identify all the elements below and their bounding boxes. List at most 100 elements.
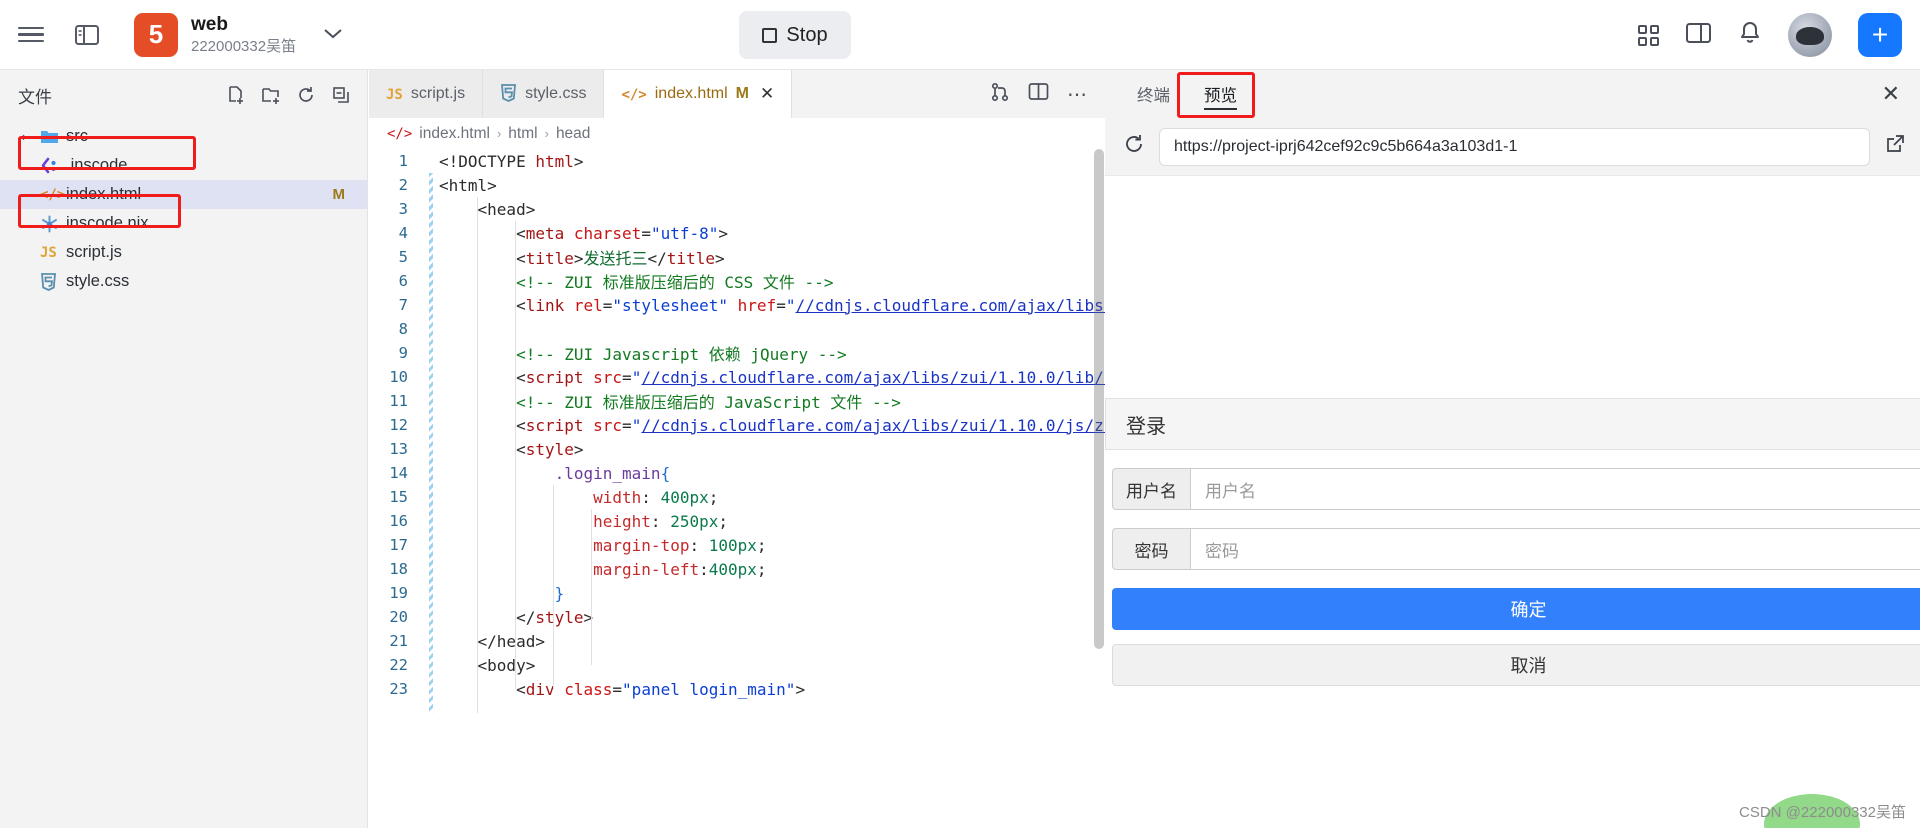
stop-button[interactable]: Stop bbox=[739, 11, 851, 59]
editor-tab-bar: JS script.js style.css </> index.html M ✕ ⋯ bbox=[369, 70, 1105, 118]
panel-left-toggle-icon[interactable] bbox=[70, 18, 104, 52]
inscode-icon bbox=[40, 157, 66, 174]
code-line-text: <style> bbox=[516, 439, 584, 459]
file-explorer-title: 文件 bbox=[18, 87, 52, 107]
html-icon: </> bbox=[621, 86, 647, 103]
grid-apps-icon[interactable] bbox=[1638, 24, 1659, 46]
breadcrumb-item-file[interactable]: index.html bbox=[419, 125, 490, 143]
breadcrumb: </> index.html › html › head bbox=[369, 118, 1105, 149]
new-file-icon[interactable] bbox=[224, 83, 248, 107]
preview-viewport: 登录 用户名 用户名 密码 密码 确定 取消 CSDN @222000332吴笛 bbox=[1105, 176, 1920, 828]
code-line-text: <!DOCTYPE html> bbox=[439, 151, 584, 171]
file-tree-item--inscode[interactable]: .inscode bbox=[0, 151, 367, 180]
login-panel: 登录 用户名 用户名 密码 密码 确定 取消 bbox=[1105, 398, 1920, 686]
file-modified-badge: M bbox=[332, 186, 346, 203]
breadcrumb-item-head[interactable]: head bbox=[556, 125, 590, 143]
stop-square-icon bbox=[762, 27, 778, 43]
line-number: 6 bbox=[398, 272, 408, 290]
stop-button-label: Stop bbox=[786, 23, 828, 46]
code-line-text: <link rel="stylesheet" href="//cdnjs.clo… bbox=[516, 295, 1105, 315]
code-line: 22 <body> bbox=[369, 653, 1105, 677]
editor-tab-label: script.js bbox=[410, 85, 466, 102]
js-icon: JS bbox=[40, 244, 57, 261]
tab-terminal[interactable]: 终端 bbox=[1123, 70, 1184, 118]
file-tree-item-index-html[interactable]: </> index.html M bbox=[0, 180, 367, 209]
project-selector[interactable]: 5 web 222000332吴笛 bbox=[134, 12, 344, 57]
tab-preview[interactable]: 预览 bbox=[1190, 70, 1251, 118]
file-tree-item-script-js[interactable]: JS script.js bbox=[0, 238, 367, 267]
file-tree-item-style-css[interactable]: style.css bbox=[0, 267, 367, 296]
code-line: 3 <head> bbox=[369, 197, 1105, 221]
code-line: 10 <script src="//cdnjs.cloudflare.com/a… bbox=[369, 365, 1105, 389]
code-line: 13 <style> bbox=[369, 437, 1105, 461]
code-line: 11 <!-- ZUI 标准版压缩后的 JavaScript 文件 --> bbox=[369, 389, 1105, 413]
project-name: web bbox=[191, 13, 228, 35]
code-line: 8 bbox=[369, 317, 1105, 341]
new-folder-icon[interactable] bbox=[259, 83, 283, 107]
line-number: 4 bbox=[398, 224, 408, 242]
line-number: 22 bbox=[389, 656, 408, 674]
indent-guide bbox=[477, 197, 478, 713]
project-subtitle: 222000332吴笛 bbox=[191, 37, 297, 55]
css-icon bbox=[40, 272, 66, 291]
file-tree-item-src[interactable]: › src bbox=[0, 122, 367, 151]
code-line-text: <meta charset="utf-8"> bbox=[516, 223, 729, 243]
preview-url-input[interactable]: https://project-iprj642cef92c9c5b664a3a1… bbox=[1159, 127, 1870, 166]
chevron-right-icon[interactable]: › bbox=[22, 129, 40, 144]
username-field-group: 用户名 用户名 bbox=[1105, 468, 1920, 510]
cancel-button[interactable]: 取消 bbox=[1112, 644, 1920, 686]
folder-icon bbox=[40, 129, 66, 145]
line-number: 1 bbox=[398, 152, 408, 170]
editor-tab-style-css[interactable]: style.css bbox=[483, 70, 605, 118]
code-line: 19 } bbox=[369, 581, 1105, 605]
reload-icon[interactable] bbox=[1123, 133, 1145, 161]
close-icon[interactable]: ✕ bbox=[760, 84, 774, 104]
collapse-all-icon[interactable] bbox=[329, 83, 353, 107]
file-tree-item-label: style.css bbox=[66, 272, 130, 290]
line-number: 5 bbox=[398, 248, 408, 266]
confirm-button[interactable]: 确定 bbox=[1112, 588, 1920, 630]
split-editor-icon[interactable] bbox=[1028, 82, 1049, 106]
close-panel-icon[interactable]: ✕ bbox=[1882, 81, 1900, 107]
password-input[interactable]: 密码 bbox=[1190, 528, 1920, 570]
panel-right-toggle-icon[interactable] bbox=[1685, 21, 1712, 50]
code-editor: JS script.js style.css </> index.html M ✕ ⋯ </>… bbox=[369, 70, 1105, 828]
chevron-down-icon[interactable] bbox=[322, 23, 344, 46]
app-root: 5 web 222000332吴笛 Stop + 文件 › src .insco… bbox=[0, 0, 1920, 828]
hamburger-menu-icon[interactable] bbox=[14, 18, 48, 52]
code-line-text: <script src="//cdnjs.cloudflare.com/ajax… bbox=[516, 415, 1105, 435]
file-tree-item-inscode-nix[interactable]: inscode.nix bbox=[0, 209, 367, 238]
refresh-icon[interactable] bbox=[294, 83, 318, 107]
add-button[interactable]: + bbox=[1858, 13, 1902, 57]
username-input[interactable]: 用户名 bbox=[1190, 468, 1920, 510]
file-tree-item-label: index.html bbox=[66, 185, 142, 203]
editor-scrollbar-thumb[interactable] bbox=[1094, 149, 1104, 649]
line-number: 11 bbox=[389, 392, 408, 410]
code-line: 7 <link rel="stylesheet" href="//cdnjs.c… bbox=[369, 293, 1105, 317]
editor-tab-script-js[interactable]: JS script.js bbox=[369, 70, 484, 118]
line-number: 15 bbox=[389, 488, 408, 506]
file-tree-item-label: script.js bbox=[66, 243, 122, 261]
code-line-text: </style> bbox=[516, 607, 594, 627]
file-tree: › src .inscode </> index.html Minscode.nix JS s… bbox=[0, 120, 367, 296]
indent-guide bbox=[553, 485, 554, 689]
bell-icon[interactable] bbox=[1738, 20, 1762, 51]
preview-panel: 终端 预览 ✕ https://project-iprj642cef92c9c5… bbox=[1105, 70, 1920, 828]
code-line: 2 <html> bbox=[369, 173, 1105, 197]
top-bar-right-actions: + bbox=[1612, 0, 1920, 70]
code-line: 12 <script src="//cdnjs.cloudflare.com/a… bbox=[369, 413, 1105, 437]
line-number: 19 bbox=[389, 584, 408, 602]
editor-tab-index-html[interactable]: </> index.html M ✕ bbox=[604, 70, 793, 118]
code-line: 18 margin-left:400px; bbox=[369, 557, 1105, 581]
line-number: 9 bbox=[398, 344, 408, 362]
breadcrumb-item-html[interactable]: html bbox=[508, 125, 537, 143]
open-external-icon[interactable] bbox=[1884, 133, 1906, 161]
editor-vertical-scrollbar[interactable] bbox=[1093, 149, 1105, 828]
source-control-icon[interactable] bbox=[990, 82, 1010, 107]
tab-terminal-label: 终端 bbox=[1137, 87, 1170, 105]
more-actions-icon[interactable]: ⋯ bbox=[1067, 82, 1089, 107]
editor-tab-actions: ⋯ bbox=[974, 70, 1105, 118]
user-avatar[interactable] bbox=[1788, 13, 1832, 57]
code-content[interactable]: 1 <!DOCTYPE html> 2 <html> 3 <head> 4 <meta c… bbox=[369, 149, 1105, 828]
html5-icon: 5 bbox=[134, 12, 178, 57]
